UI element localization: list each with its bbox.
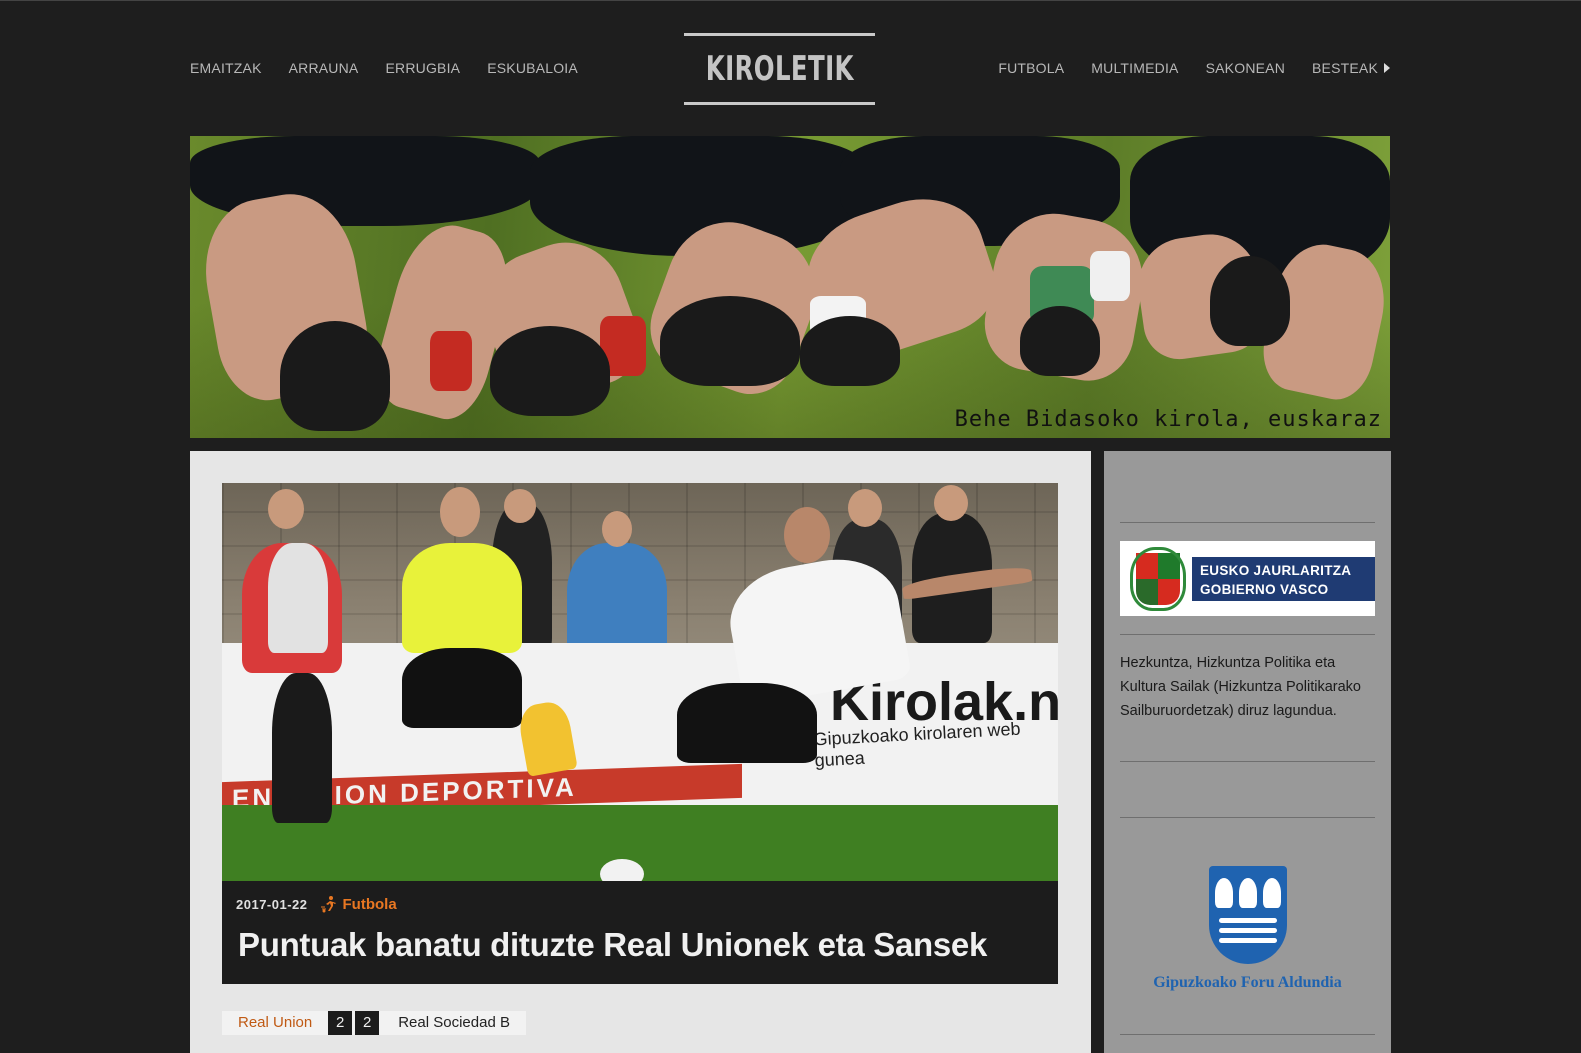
track-pants — [272, 673, 332, 823]
nav-item-futbola[interactable]: FUTBOLA — [998, 60, 1064, 76]
sponsor1-line2: GOBIERNO VASCO — [1200, 581, 1329, 597]
nav-item-arrauna[interactable]: ARRAUNA — [289, 60, 359, 76]
sponsor2-name: Gipuzkoako Foru Aldundia — [1153, 973, 1342, 991]
spectator-head — [848, 489, 882, 527]
eusko-jaurlaritza-logo[interactable]: EUSKO JAURLARITZA GOBIERNO VASCO — [1120, 541, 1375, 616]
banner-boot — [280, 321, 390, 431]
caret-right-icon — [1384, 63, 1390, 73]
sidebar-divider — [1120, 761, 1375, 762]
nav-item-emaitzak[interactable]: EMAITZAK — [190, 60, 262, 76]
site-header: EMAITZAK ARRAUNA ERRUGBIA ESKUBALOIA KIR… — [190, 30, 1390, 110]
article-date: 2017-01-22 — [236, 896, 308, 912]
football-ball — [600, 859, 644, 881]
gipuzkoako-foru-aldundia-logo[interactable]: Gipuzkoako Foru Aldundia — [1120, 821, 1375, 1036]
nav-left: EMAITZAK ARRAUNA ERRUGBIA ESKUBALOIA — [190, 60, 578, 76]
nav-item-multimedia[interactable]: MULTIMEDIA — [1091, 60, 1178, 76]
sidebar-divider — [1120, 634, 1375, 635]
player-head — [268, 489, 304, 529]
away-team[interactable]: Real Sociedad B — [382, 1011, 526, 1035]
nav-right: FUTBOLA MULTIMEDIA SAKONEAN BESTEAK — [998, 60, 1390, 76]
basque-coat-of-arms-icon — [1130, 546, 1186, 611]
site-logo[interactable]: KIROLETIK — [684, 33, 875, 105]
main-content: Kirolak.net Gipuzkoako kirolaren web gun… — [190, 451, 1091, 1053]
spectator-head — [602, 511, 632, 547]
gipuzkoa-shield-icon — [1208, 865, 1287, 964]
sponsor1-line1: EUSKO JAURLARITZA — [1200, 562, 1352, 578]
spectator-head — [504, 489, 536, 523]
article-category[interactable]: Futbola — [320, 895, 397, 913]
sidebar-divider — [1120, 522, 1375, 523]
banner-tagline: Behe Bidasoko kirola, euskaraz — [954, 407, 1382, 432]
article-feature-image[interactable]: Kirolak.net Gipuzkoako kirolaren web gun… — [222, 483, 1058, 881]
top-border — [0, 0, 1581, 1]
home-goals: 2 — [328, 1011, 353, 1035]
home-team[interactable]: Real Union — [222, 1011, 328, 1035]
article-category-label: Futbola — [342, 895, 397, 913]
away-goals: 2 — [355, 1011, 380, 1035]
sidebar: EUSKO JAURLARITZA GOBIERNO VASCO Hezkunt… — [1104, 451, 1391, 1053]
nav-item-errugbia[interactable]: ERRUGBIA — [385, 60, 460, 76]
player-head — [784, 507, 830, 563]
referee-shorts — [402, 648, 522, 728]
nav-item-eskubaloia[interactable]: ESKUBALOIA — [487, 60, 578, 76]
referee-head — [440, 487, 480, 537]
header-banner-image: Behe Bidasoko kirola, euskaraz — [190, 136, 1390, 438]
nav-item-sakonean[interactable]: SAKONEAN — [1206, 60, 1285, 76]
banner-boot — [1020, 306, 1100, 376]
football-player-icon — [320, 896, 336, 913]
nav-item-besteak-label: BESTEAK — [1312, 60, 1378, 76]
funding-notice: Hezkuntza, Hizkuntza Politika eta Kultur… — [1120, 655, 1361, 719]
eusko-jaurlaritza-band: EUSKO JAURLARITZA GOBIERNO VASCO — [1192, 556, 1375, 601]
player-shorts — [677, 683, 817, 763]
banner-boot — [1210, 256, 1290, 346]
banner-sock — [1090, 251, 1130, 301]
spectator-head — [934, 485, 968, 521]
nav-item-besteak[interactable]: BESTEAK — [1312, 60, 1390, 76]
article-headline[interactable]: Puntuak banatu dituzte Real Unionek eta … — [238, 926, 987, 964]
match-scoreline: Real Union 2 2 Real Sociedad B — [222, 1011, 526, 1035]
referee-shirt — [402, 543, 522, 653]
article-caption: 2017-01-22 Futbola Puntuak banatu dituzt… — [222, 881, 1058, 984]
training-bib — [268, 543, 328, 653]
banner-boot — [800, 316, 900, 386]
sidebar-divider — [1120, 817, 1375, 818]
banner-boot — [490, 326, 610, 416]
banner-sock — [430, 331, 472, 391]
banner-boot — [660, 296, 800, 386]
site-logo-text: KIROLETIK — [705, 49, 854, 89]
sidebar-divider — [1120, 1034, 1375, 1035]
article-meta: 2017-01-22 Futbola — [236, 895, 397, 913]
